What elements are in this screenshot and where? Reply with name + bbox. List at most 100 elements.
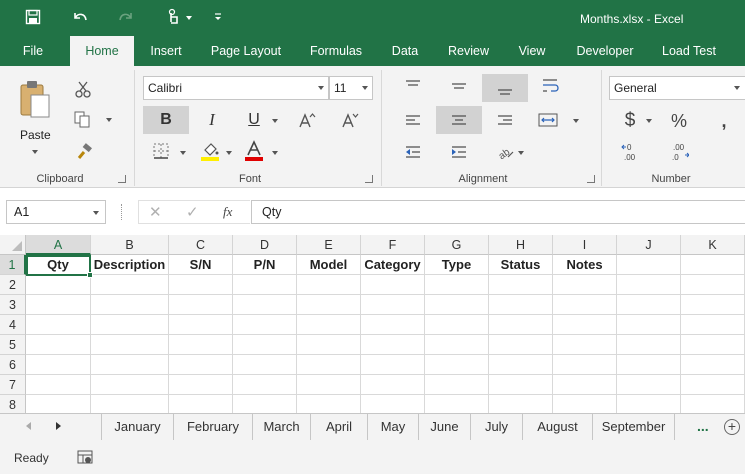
- cell-k8[interactable]: [681, 395, 745, 413]
- tab-load-test[interactable]: Load Test: [656, 36, 722, 66]
- name-box[interactable]: A1: [6, 200, 106, 224]
- font-name-dropdown-icon[interactable]: [318, 86, 324, 90]
- tab-data[interactable]: Data: [384, 36, 426, 66]
- font-color-dropdown-icon[interactable]: [272, 151, 278, 155]
- cell-h5[interactable]: [489, 335, 553, 355]
- save-icon[interactable]: [21, 6, 45, 28]
- cell-e4[interactable]: [297, 315, 361, 335]
- cell-a5[interactable]: [26, 335, 91, 355]
- cell-j5[interactable]: [617, 335, 681, 355]
- tab-review[interactable]: Review: [442, 36, 495, 66]
- macro-record-icon[interactable]: [77, 449, 93, 468]
- cell-d8[interactable]: [233, 395, 297, 413]
- cell-g7[interactable]: [425, 375, 489, 395]
- column-header-c[interactable]: C: [169, 235, 233, 255]
- wrap-text-icon[interactable]: [538, 74, 564, 98]
- cell-i7[interactable]: [553, 375, 617, 395]
- middle-align-icon[interactable]: [446, 74, 472, 98]
- increase-decimal-icon[interactable]: 0.00: [620, 140, 644, 164]
- paste-label[interactable]: Paste: [20, 128, 51, 142]
- percent-icon[interactable]: %: [666, 108, 692, 134]
- number-format-combo[interactable]: General: [609, 76, 745, 100]
- alignment-launcher-icon[interactable]: [587, 175, 595, 183]
- cell-g8[interactable]: [425, 395, 489, 413]
- merge-center-icon[interactable]: [535, 108, 561, 132]
- cell-i2[interactable]: [553, 275, 617, 295]
- cell-e8[interactable]: [297, 395, 361, 413]
- cell-k4[interactable]: [681, 315, 745, 335]
- cell-h7[interactable]: [489, 375, 553, 395]
- sheet-tab-april[interactable]: April: [311, 414, 368, 440]
- cell-a3[interactable]: [26, 295, 91, 315]
- cancel-icon[interactable]: ✕: [149, 203, 162, 221]
- number-format-dropdown-icon[interactable]: [734, 86, 740, 90]
- cell-k1[interactable]: [681, 255, 745, 275]
- new-sheet-icon[interactable]: +: [724, 419, 740, 435]
- italic-button[interactable]: I: [198, 106, 226, 134]
- decrease-indent-icon[interactable]: [400, 140, 426, 164]
- row-header-2[interactable]: 2: [0, 275, 26, 295]
- cell-j3[interactable]: [617, 295, 681, 315]
- row-header-5[interactable]: 5: [0, 335, 26, 355]
- cell-g2[interactable]: [425, 275, 489, 295]
- bold-button[interactable]: B: [143, 106, 189, 134]
- more-sheets-button[interactable]: ...: [697, 418, 709, 434]
- font-name-combo[interactable]: Calibri: [143, 76, 329, 100]
- cell-k6[interactable]: [681, 355, 745, 375]
- undo-icon[interactable]: [68, 6, 92, 28]
- column-header-g[interactable]: G: [425, 235, 489, 255]
- cell-f7[interactable]: [361, 375, 425, 395]
- cell-d6[interactable]: [233, 355, 297, 375]
- redo-icon[interactable]: [114, 6, 138, 28]
- fill-handle[interactable]: [87, 272, 93, 278]
- cell-c2[interactable]: [169, 275, 233, 295]
- cell-b5[interactable]: [91, 335, 169, 355]
- borders-dropdown-icon[interactable]: [180, 151, 186, 155]
- cell-i3[interactable]: [553, 295, 617, 315]
- cell-b1[interactable]: Description: [91, 255, 169, 275]
- cell-f5[interactable]: [361, 335, 425, 355]
- cell-k3[interactable]: [681, 295, 745, 315]
- sheet-tab-may[interactable]: May: [368, 414, 419, 440]
- cell-k2[interactable]: [681, 275, 745, 295]
- fill-color-icon[interactable]: [198, 138, 222, 164]
- cell-d4[interactable]: [233, 315, 297, 335]
- name-box-dropdown-icon[interactable]: [93, 211, 99, 215]
- cell-g4[interactable]: [425, 315, 489, 335]
- tab-page-layout[interactable]: Page Layout: [205, 36, 287, 66]
- cell-g6[interactable]: [425, 355, 489, 375]
- cell-j1[interactable]: [617, 255, 681, 275]
- row-header-7[interactable]: 7: [0, 375, 26, 395]
- column-header-e[interactable]: E: [297, 235, 361, 255]
- row-header-3[interactable]: 3: [0, 295, 26, 315]
- cell-j7[interactable]: [617, 375, 681, 395]
- cell-k7[interactable]: [681, 375, 745, 395]
- row-header-1[interactable]: 1: [0, 255, 26, 275]
- align-center-icon[interactable]: [436, 106, 482, 134]
- sheet-tab-august[interactable]: August: [523, 414, 593, 440]
- cell-f8[interactable]: [361, 395, 425, 413]
- cell-f1[interactable]: Category: [361, 255, 425, 275]
- tab-view[interactable]: View: [511, 36, 553, 66]
- cell-a4[interactable]: [26, 315, 91, 335]
- cell-c5[interactable]: [169, 335, 233, 355]
- sheet-tab-march[interactable]: March: [253, 414, 311, 440]
- cell-d1[interactable]: P/N: [233, 255, 297, 275]
- orientation-icon[interactable]: ab: [492, 140, 520, 164]
- font-color-icon[interactable]: [242, 138, 266, 164]
- cell-e7[interactable]: [297, 375, 361, 395]
- column-header-b[interactable]: B: [91, 235, 169, 255]
- font-size-dropdown-icon[interactable]: [362, 86, 368, 90]
- cell-d2[interactable]: [233, 275, 297, 295]
- tab-formulas[interactable]: Formulas: [303, 36, 369, 66]
- cell-c7[interactable]: [169, 375, 233, 395]
- cell-i5[interactable]: [553, 335, 617, 355]
- cell-b7[interactable]: [91, 375, 169, 395]
- formula-bar-grip[interactable]: [121, 204, 123, 220]
- comma-style-icon[interactable]: ,: [714, 108, 734, 134]
- cell-e3[interactable]: [297, 295, 361, 315]
- column-header-i[interactable]: I: [553, 235, 617, 255]
- customize-qat-icon[interactable]: [206, 6, 230, 28]
- cell-e2[interactable]: [297, 275, 361, 295]
- cell-e6[interactable]: [297, 355, 361, 375]
